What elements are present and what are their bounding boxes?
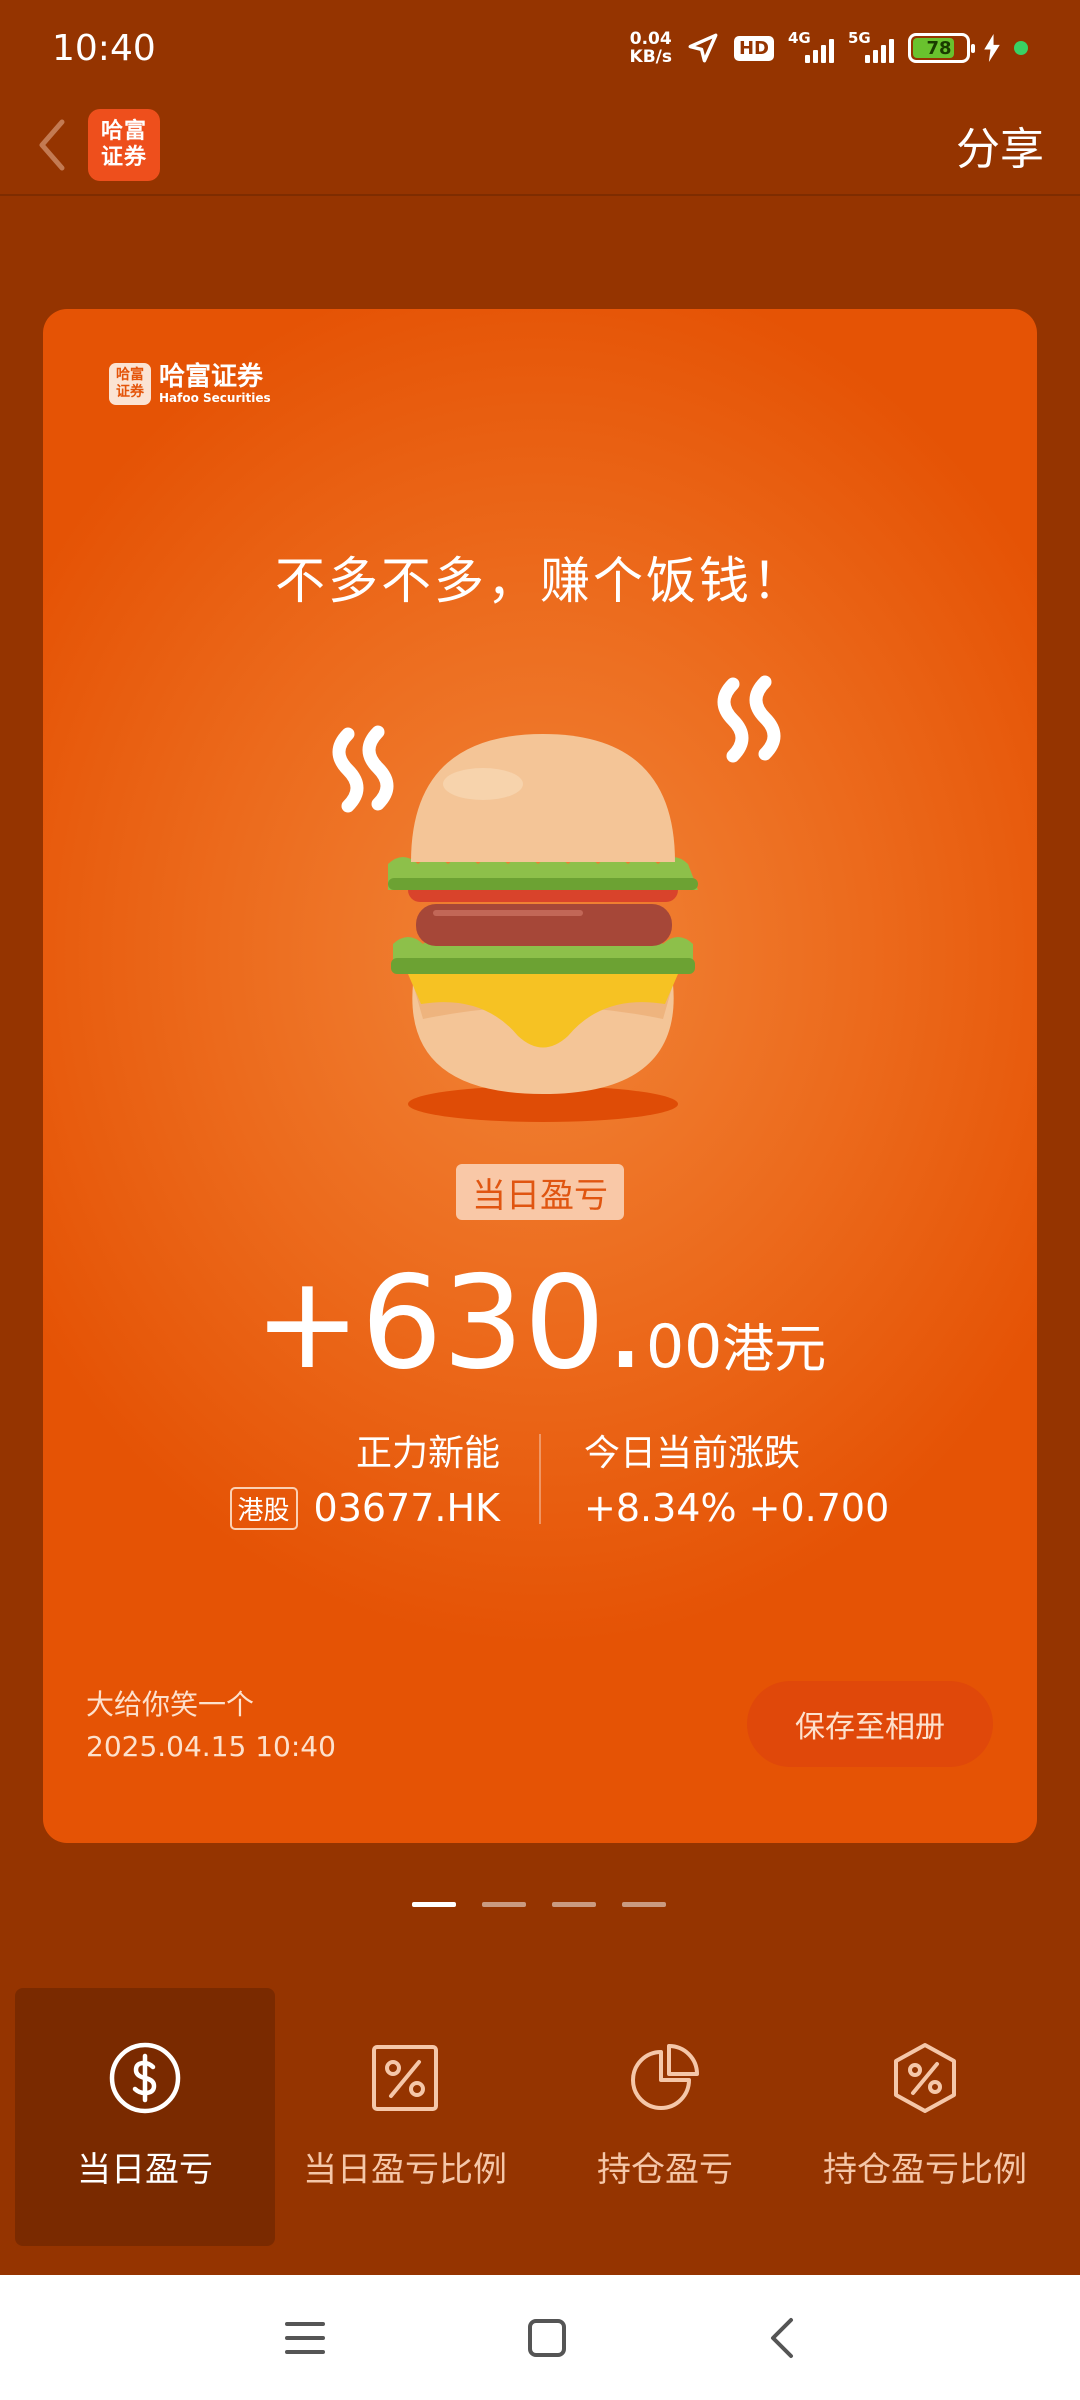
stock-name: 正力新能: [355, 1433, 500, 1474]
pnl-label-badge: 当日盈亏: [456, 1164, 624, 1220]
network-speed-value: 0.04: [629, 29, 672, 49]
location-arrow-icon: [688, 33, 718, 63]
status-icons: 0.04 KB/s HD 4G 5G 78: [630, 29, 1028, 66]
market-tag: 港股: [229, 1486, 298, 1530]
change-value: +8.34% +0.700: [584, 1486, 890, 1530]
card-brand-badge-line2: 证券: [116, 384, 144, 400]
pnl-amount-decimal: 00: [645, 1312, 723, 1382]
signal-5g-icon: 5G: [848, 29, 894, 63]
tab-label: 当日盈亏比例: [303, 2150, 507, 2190]
stock-code: 03677.HK: [313, 1486, 500, 1530]
active-indicator-dot: [1014, 41, 1028, 55]
pager-indicator: [412, 1902, 666, 1907]
card-slogan: 不多不多，赚个饭钱！: [275, 552, 805, 610]
signal-4g-label: 4G: [788, 29, 811, 47]
footer-caption: 大给你笑一个: [86, 1688, 255, 1721]
card-brand-badge-line1: 哈富: [116, 367, 144, 383]
card-brand-name: 哈富证券: [159, 362, 264, 392]
share-card: 哈富 证券 哈富证券 Hafoo Securities 不多不多，赚个饭钱！ 当…: [43, 309, 1037, 1843]
share-button[interactable]: 分享: [956, 113, 1044, 177]
stock-info: 正力新能 港股 03677.HK 今日当前涨跌 +8.34% +0.700: [43, 1424, 1037, 1534]
hd-badge: HD: [733, 35, 774, 61]
charging-bolt-icon: [984, 34, 1000, 62]
percent-square-icon: [372, 2045, 438, 2111]
menu-icon[interactable]: [283, 2318, 327, 2358]
card-brand-name-en: Hafoo Securities: [159, 391, 271, 405]
dollar-circle-icon: [109, 2042, 181, 2114]
app-logo: 哈富 证券: [88, 109, 160, 181]
pnl-amount-currency: 港元: [722, 1320, 827, 1380]
pager-dot[interactable]: [412, 1902, 456, 1907]
save-to-album-button[interactable]: 保存至相册: [747, 1681, 993, 1767]
tab-label: 当日盈亏: [77, 2150, 213, 2190]
burger-illustration: [332, 675, 781, 1122]
status-time: 10:40: [52, 27, 156, 69]
network-speed: 0.04 KB/s: [630, 30, 672, 66]
app-logo-line2: 证券: [100, 145, 147, 170]
pager-dot[interactable]: [552, 1902, 596, 1907]
change-label: 今日当前涨跌: [584, 1433, 801, 1474]
stock-identity: 正力新能 港股 03677.HK: [229, 1424, 500, 1530]
card-brand-logo: 哈富 证券 哈富证券 Hafoo Securities: [109, 363, 271, 405]
chevron-left-icon: [39, 119, 65, 171]
pnl-amount-integer: +630.: [253, 1249, 646, 1398]
back-button[interactable]: [36, 115, 76, 175]
tab-position-pnl-ratio[interactable]: 持仓盈亏比例: [795, 1988, 1055, 2246]
signal-4g-icon: 4G: [788, 29, 834, 63]
footer-timestamp: 2025.04.15 10:40: [86, 1730, 336, 1763]
network-speed-unit: KB/s: [629, 47, 672, 67]
pager-dot[interactable]: [622, 1902, 666, 1907]
style-tab-bar: 当日盈亏 当日盈亏比例 持仓盈亏 持仓盈亏比例: [15, 1988, 1065, 2246]
card-footer-note: 大给你笑一个 2025.04.15 10:40: [86, 1684, 336, 1768]
pager-dot[interactable]: [482, 1902, 526, 1907]
back-nav-icon[interactable]: [767, 2316, 797, 2360]
stock-change: 今日当前涨跌 +8.34% +0.700: [584, 1424, 889, 1530]
battery-icon: 78: [908, 33, 975, 63]
top-nav: 哈富 证券 分享: [0, 96, 1080, 196]
pnl-amount: +630.00港元: [43, 1249, 1037, 1398]
card-brand-badge: 哈富 证券: [109, 363, 151, 405]
signal-5g-label: 5G: [848, 29, 871, 47]
pie-chart-icon: [631, 2044, 699, 2110]
system-nav-bar: [0, 2275, 1080, 2400]
tab-daily-pnl[interactable]: 当日盈亏: [15, 1988, 275, 2246]
battery-level: 78: [926, 37, 952, 59]
tab-position-pnl[interactable]: 持仓盈亏: [535, 1988, 795, 2246]
home-icon[interactable]: [527, 2318, 567, 2358]
percent-hexagon-icon: [894, 2043, 956, 2113]
stock-divider: [539, 1434, 541, 1524]
tab-label: 持仓盈亏: [597, 2150, 733, 2190]
tab-daily-pnl-ratio[interactable]: 当日盈亏比例: [275, 1988, 535, 2246]
tab-label: 持仓盈亏比例: [823, 2150, 1027, 2190]
app-logo-line1: 哈富: [100, 119, 147, 144]
status-bar: 10:40 0.04 KB/s HD 4G 5G 78: [0, 0, 1080, 96]
